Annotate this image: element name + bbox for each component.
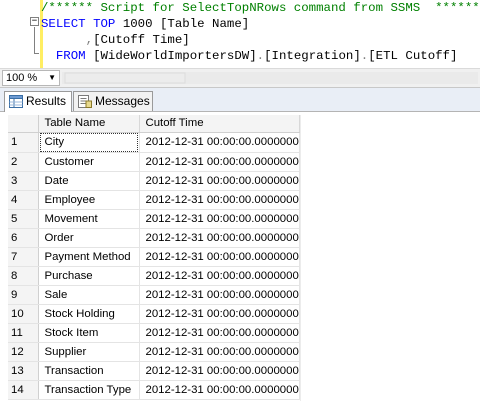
comment-text: /****** Script for SelectTopNRows comman…	[41, 1, 480, 15]
cutoff-time-cell[interactable]: 2012-12-31 00:00:00.0000000	[139, 285, 300, 305]
table-row[interactable]: 9 Sale 2012-12-31 00:00:00.0000000	[8, 285, 300, 305]
cutoff-time-cell[interactable]: 2012-12-31 00:00:00.0000000	[139, 228, 300, 248]
keyword-top: TOP	[93, 17, 116, 31]
cutoff-time-cell[interactable]: 2012-12-31 00:00:00.0000000	[139, 209, 300, 229]
table-name-cell[interactable]: Transaction	[38, 361, 140, 381]
row-number[interactable]: 5	[8, 209, 39, 229]
table-name-cell[interactable]: Supplier	[38, 342, 140, 362]
table-name-cell[interactable]: Date	[38, 171, 140, 191]
chevron-down-icon[interactable]: ▼	[48, 71, 56, 85]
cutoff-time-cell[interactable]: 2012-12-31 00:00:00.0000000	[139, 152, 300, 172]
keyword-select: SELECT	[41, 17, 86, 31]
row-number[interactable]: 3	[8, 171, 39, 191]
table-name-cell[interactable]: Purchase	[38, 266, 140, 286]
column-header-cutoff-time[interactable]: Cutoff Time	[139, 115, 300, 133]
corner-cell[interactable]	[8, 115, 39, 133]
tab-messages-label: Messages	[95, 94, 150, 108]
table-row[interactable]: 14 Transaction Type 2012-12-31 00:00:00.…	[8, 380, 300, 400]
results-grid[interactable]: Table Name Cutoff Time 1 City 2012-12-31…	[8, 115, 300, 400]
table-name-cell[interactable]: City	[38, 132, 140, 153]
table-row[interactable]: 12 Supplier 2012-12-31 00:00:00.0000000	[8, 342, 300, 362]
table-row[interactable]: 2 Customer 2012-12-31 00:00:00.0000000	[8, 152, 300, 172]
messages-icon	[78, 95, 92, 108]
row-number[interactable]: 12	[8, 342, 39, 362]
cutoff-time-cell[interactable]: 2012-12-31 00:00:00.0000000	[139, 323, 300, 343]
cutoff-time-cell[interactable]: 2012-12-31 00:00:00.0000000	[139, 342, 300, 362]
table-row[interactable]: 1 City 2012-12-31 00:00:00.0000000	[8, 132, 300, 153]
table-row[interactable]: 5 Movement 2012-12-31 00:00:00.0000000	[8, 209, 300, 229]
cutoff-time-cell[interactable]: 2012-12-31 00:00:00.0000000	[139, 266, 300, 286]
cutoff-time-cell[interactable]: 2012-12-31 00:00:00.0000000	[139, 247, 300, 267]
row-number[interactable]: 8	[8, 266, 39, 286]
row-number[interactable]: 14	[8, 380, 39, 400]
table-row[interactable]: 11 Stock Item 2012-12-31 00:00:00.000000…	[8, 323, 300, 343]
table-row[interactable]: 10 Stock Holding 2012-12-31 00:00:00.000…	[8, 304, 300, 324]
row-number[interactable]: 2	[8, 152, 39, 172]
table-row[interactable]: 6 Order 2012-12-31 00:00:00.0000000	[8, 228, 300, 248]
zoom-dropdown[interactable]: 100 % ▼	[2, 70, 60, 86]
table-name-cell[interactable]: Order	[38, 228, 140, 248]
keyword-from: FROM	[55, 49, 86, 63]
table-name-cell[interactable]: Payment Method	[38, 247, 140, 267]
cutoff-time-cell[interactable]: 2012-12-31 00:00:00.0000000	[139, 361, 300, 381]
grid-edge	[300, 115, 301, 401]
cutoff-time-cell[interactable]: 2012-12-31 00:00:00.0000000	[139, 132, 300, 153]
table-name-cell[interactable]: Employee	[38, 190, 140, 210]
editor-gutter	[0, 0, 28, 68]
column-cutoff-time: [Cutoff Time]	[93, 33, 190, 47]
table-row[interactable]: 4 Employee 2012-12-31 00:00:00.0000000	[8, 190, 300, 210]
table-name-cell[interactable]: Customer	[38, 152, 140, 172]
row-number[interactable]: 4	[8, 190, 39, 210]
tab-messages[interactable]: Messages	[73, 91, 153, 111]
horizontal-scrollbar[interactable]	[62, 72, 478, 84]
table-row[interactable]: 7 Payment Method 2012-12-31 00:00:00.000…	[8, 247, 300, 267]
cutoff-time-cell[interactable]: 2012-12-31 00:00:00.0000000	[139, 171, 300, 191]
zoom-bar: 100 % ▼	[0, 68, 480, 88]
outline-guide	[34, 27, 35, 53]
column-header-table-name[interactable]: Table Name	[38, 115, 140, 133]
schema-name: [Integration]	[264, 49, 361, 63]
zoom-value: 100 %	[6, 72, 38, 84]
top-count: 1000	[122, 17, 153, 31]
outline-guide-end	[34, 53, 39, 54]
query-editor[interactable]: − /****** Script for SelectTopNRows comm…	[0, 0, 480, 68]
table-name-cell[interactable]: Sale	[38, 285, 140, 305]
results-grid-area: Table Name Cutoff Time 1 City 2012-12-31…	[0, 112, 480, 401]
tab-results[interactable]: Results	[4, 91, 72, 112]
collapse-toggle-icon[interactable]: −	[30, 17, 39, 26]
table-row[interactable]: 13 Transaction 2012-12-31 00:00:00.00000…	[8, 361, 300, 381]
code-line-1: /****** Script for SelectTopNRows comman…	[41, 0, 480, 16]
row-number[interactable]: 13	[8, 361, 39, 381]
row-number[interactable]: 10	[8, 304, 39, 324]
table-name-cell[interactable]: Stock Holding	[38, 304, 140, 324]
row-number[interactable]: 6	[8, 228, 39, 248]
table-name: [ETL Cutoff]	[368, 49, 458, 63]
selected-cell-text: City	[39, 132, 138, 152]
column-table-name: [Table Name]	[160, 17, 250, 31]
cutoff-time-cell[interactable]: 2012-12-31 00:00:00.0000000	[139, 190, 300, 210]
cutoff-time-cell[interactable]: 2012-12-31 00:00:00.0000000	[139, 380, 300, 400]
table-name-cell[interactable]: Stock Item	[38, 323, 140, 343]
row-number[interactable]: 1	[8, 132, 39, 153]
tab-results-label: Results	[26, 94, 67, 108]
row-number[interactable]: 9	[8, 285, 39, 305]
code-line-4: FROM [WideWorldImportersDW].[Integration…	[41, 48, 458, 64]
code-line-3: ,[Cutoff Time]	[41, 32, 190, 48]
row-number[interactable]: 7	[8, 247, 39, 267]
table-row[interactable]: 8 Purchase 2012-12-31 00:00:00.0000000	[8, 266, 300, 286]
row-number[interactable]: 11	[8, 323, 39, 343]
table-name-cell[interactable]: Movement	[38, 209, 140, 229]
dot-separator: .	[256, 49, 265, 63]
code-line-2: SELECT TOP 1000 [Table Name]	[41, 16, 249, 32]
database-name: [WideWorldImportersDW]	[93, 49, 257, 63]
cutoff-time-cell[interactable]: 2012-12-31 00:00:00.0000000	[139, 304, 300, 324]
table-row[interactable]: 3 Date 2012-12-31 00:00:00.0000000	[8, 171, 300, 191]
comma: ,	[85, 33, 94, 47]
grid-icon	[9, 95, 23, 108]
table-name-cell[interactable]: Transaction Type	[38, 380, 140, 400]
header-row: Table Name Cutoff Time	[8, 115, 300, 133]
results-tab-strip: Results Messages	[0, 88, 480, 112]
